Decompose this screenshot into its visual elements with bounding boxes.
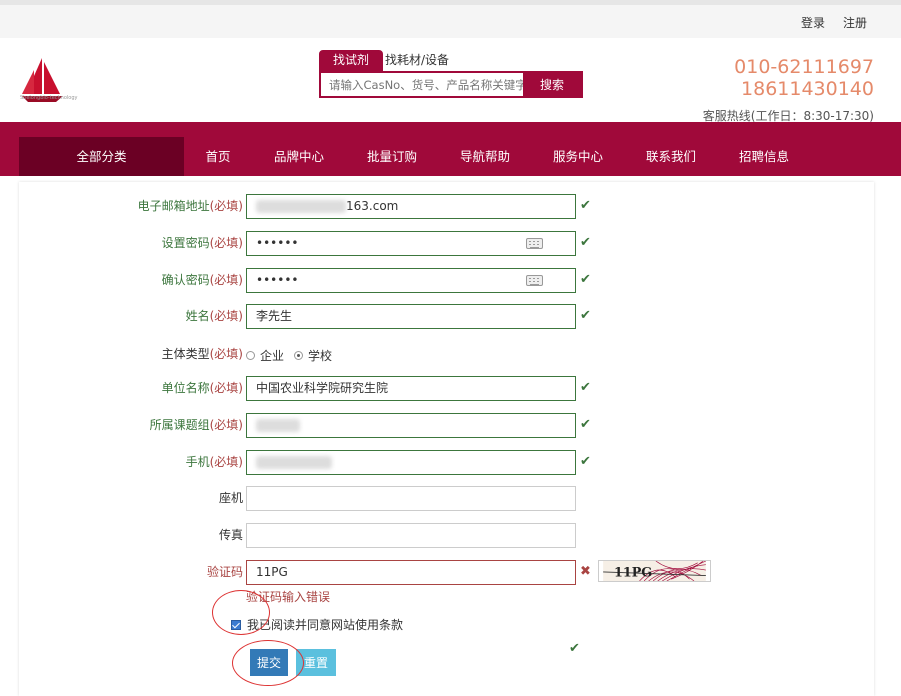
landline-label: 座机 xyxy=(218,491,243,505)
entity-type-row: 主体类型(必填) 企业 学校 xyxy=(19,342,874,367)
nav-all-categories[interactable]: 全部分类 xyxy=(19,137,184,176)
phone-number-1: 010-62111697 xyxy=(734,56,874,78)
top-bar: 登录 注册 xyxy=(0,0,901,38)
valid-check-icon: ✔ xyxy=(580,454,591,469)
password-field[interactable]: •••••• xyxy=(246,231,576,256)
annotation-circle xyxy=(212,590,270,635)
landline-row: 座机 xyxy=(19,486,874,511)
email-row: 电子邮箱地址(必填) 163.com ✔ xyxy=(19,194,874,219)
site-header: Shelongbio-technology 找试剂 找耗材/设备 搜索 010-… xyxy=(0,38,901,123)
terms-text: 我已阅读并同意网站使用条款 xyxy=(247,618,404,632)
login-link[interactable]: 登录 xyxy=(801,14,825,31)
landline-field[interactable] xyxy=(246,486,576,511)
captcha-field[interactable]: 11PG xyxy=(246,560,576,585)
organization-label: 单位名称(必填) xyxy=(161,381,243,395)
nav-home[interactable]: 首页 xyxy=(194,137,242,176)
confirm-password-row: 确认密码(必填) •••••• ✔ xyxy=(19,268,874,293)
fax-row: 传真 xyxy=(19,523,874,548)
tab-consumables[interactable]: 找耗材/设备 xyxy=(383,50,451,71)
valid-check-icon: ✔ xyxy=(569,641,580,656)
tab-reagents[interactable]: 找试剂 xyxy=(319,50,384,71)
nav-service[interactable]: 服务中心 xyxy=(547,137,609,176)
search-box: 搜索 xyxy=(319,71,583,98)
register-link[interactable]: 注册 xyxy=(843,14,867,31)
email-label: 电子邮箱地址(必填) xyxy=(137,199,243,213)
search-button[interactable]: 搜索 xyxy=(523,73,581,96)
captcha-text: 11PG xyxy=(614,564,652,579)
nav-contact[interactable]: 联系我们 xyxy=(640,137,702,176)
confirm-password-field[interactable]: •••••• xyxy=(246,268,576,293)
search-tabs: 找试剂 找耗材/设备 xyxy=(319,50,451,71)
confirm-password-label: 确认密码(必填) xyxy=(161,273,243,287)
keyboard-icon[interactable] xyxy=(526,275,543,286)
logo-text: Shelongbio-technology xyxy=(20,95,78,101)
captcha-row: 验证码 11PG ✖ 11PG xyxy=(19,560,874,585)
captcha-label: 验证码 xyxy=(206,565,243,579)
nav-brands[interactable]: 品牌中心 xyxy=(268,137,330,176)
registration-form: 电子邮箱地址(必填) 163.com ✔ 设置密码(必填) •••••• ✔ 确… xyxy=(19,182,874,696)
mobile-field[interactable] xyxy=(246,450,576,475)
valid-check-icon: ✔ xyxy=(580,198,591,213)
radio-circle-icon xyxy=(246,351,255,360)
email-field[interactable]: 163.com xyxy=(246,194,576,219)
password-label: 设置密码(必填) xyxy=(161,236,243,250)
entity-type-label: 主体类型(必填) xyxy=(161,347,243,361)
organization-row: 单位名称(必填) 中国农业科学院研究生院 ✔ xyxy=(19,376,874,401)
mobile-row: 手机(必填) ✔ xyxy=(19,450,874,475)
name-label: 姓名(必填) xyxy=(185,309,243,323)
nav-jobs[interactable]: 招聘信息 xyxy=(733,137,795,176)
mobile-label: 手机(必填) xyxy=(185,455,243,469)
main-nav: 全部分类 首页 品牌中心 批量订购 导航帮助 服务中心 联系我们 招聘信息 xyxy=(0,122,901,176)
fax-field[interactable] xyxy=(246,523,576,548)
nav-help[interactable]: 导航帮助 xyxy=(454,137,516,176)
radio-school[interactable]: 学校 xyxy=(294,347,332,364)
fax-label: 传真 xyxy=(218,528,243,542)
redacted-text xyxy=(256,419,300,432)
valid-check-icon: ✔ xyxy=(580,308,591,323)
account-links: 登录 注册 xyxy=(801,14,867,31)
valid-check-icon: ✔ xyxy=(580,417,591,432)
name-field[interactable]: 李先生 xyxy=(246,304,576,329)
valid-check-icon: ✔ xyxy=(580,235,591,250)
radio-enterprise[interactable]: 企业 xyxy=(246,347,284,364)
organization-field[interactable]: 中国农业科学院研究生院 xyxy=(246,376,576,401)
phone-number-2: 18611430140 xyxy=(741,78,874,100)
captcha-image[interactable]: 11PG xyxy=(598,560,711,582)
keyboard-icon[interactable] xyxy=(526,238,543,249)
valid-check-icon: ✔ xyxy=(580,272,591,287)
redacted-text xyxy=(256,200,346,213)
error-cross-icon: ✖ xyxy=(580,564,591,579)
search-input[interactable] xyxy=(321,73,523,96)
nav-bulk-order[interactable]: 批量订购 xyxy=(361,137,423,176)
radio-selected-icon xyxy=(294,351,304,360)
name-row: 姓名(必填) 李先生 ✔ xyxy=(19,304,874,329)
research-group-label: 所属课题组(必填) xyxy=(149,418,243,432)
password-row: 设置密码(必填) •••••• ✔ xyxy=(19,231,874,256)
redacted-text xyxy=(256,456,332,469)
research-group-row: 所属课题组(必填) ✔ xyxy=(19,413,874,438)
valid-check-icon: ✔ xyxy=(580,380,591,395)
annotation-circle xyxy=(232,640,304,686)
research-group-field[interactable] xyxy=(246,413,576,438)
entity-type-radios: 企业 学校 xyxy=(246,347,332,364)
